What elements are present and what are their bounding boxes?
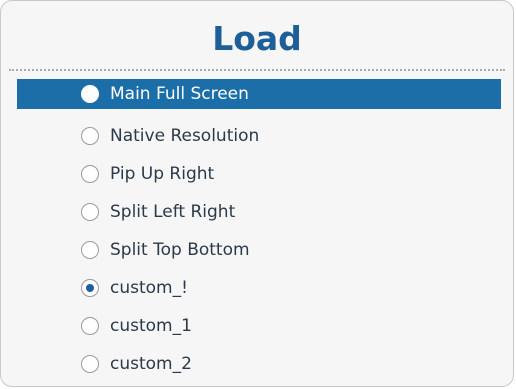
radio-icon[interactable] <box>81 355 99 373</box>
list-item-label: Split Left Right <box>110 202 236 222</box>
radio-icon[interactable] <box>81 203 99 221</box>
list-item-label: Main Full Screen <box>110 84 249 104</box>
list-item-label: custom_! <box>110 278 188 298</box>
list-item-split-left-right[interactable]: Split Left Right <box>17 193 501 231</box>
list-item-custom-1[interactable]: custom_1 <box>17 307 501 345</box>
radio-icon[interactable] <box>81 165 99 183</box>
list-item-label: Pip Up Right <box>110 164 215 184</box>
radio-icon[interactable] <box>81 85 99 103</box>
radio-icon[interactable] <box>81 317 99 335</box>
layout-list: Main Full Screen Native Resolution Pip U… <box>17 79 501 383</box>
list-item-label: Split Top Bottom <box>110 240 250 260</box>
list-item-pip-up-right[interactable]: Pip Up Right <box>17 155 501 193</box>
list-item-custom-bang[interactable]: custom_! <box>17 269 501 307</box>
list-item-label: Native Resolution <box>110 126 260 146</box>
list-item-custom-2[interactable]: custom_2 <box>17 345 501 383</box>
panel-title: Load <box>212 19 302 58</box>
list-item-main-full-screen[interactable]: Main Full Screen <box>17 79 501 109</box>
list-item-split-top-bottom[interactable]: Split Top Bottom <box>17 231 501 269</box>
title-divider <box>9 69 505 71</box>
list-item-label: custom_2 <box>110 354 192 374</box>
radio-icon[interactable] <box>81 241 99 259</box>
radio-icon[interactable] <box>81 127 99 145</box>
list-item-label: custom_1 <box>110 316 192 336</box>
radio-icon[interactable] <box>81 279 99 297</box>
list-item-native-resolution[interactable]: Native Resolution <box>17 117 501 155</box>
load-panel: Load Main Full Screen Native Resolution … <box>0 0 514 387</box>
